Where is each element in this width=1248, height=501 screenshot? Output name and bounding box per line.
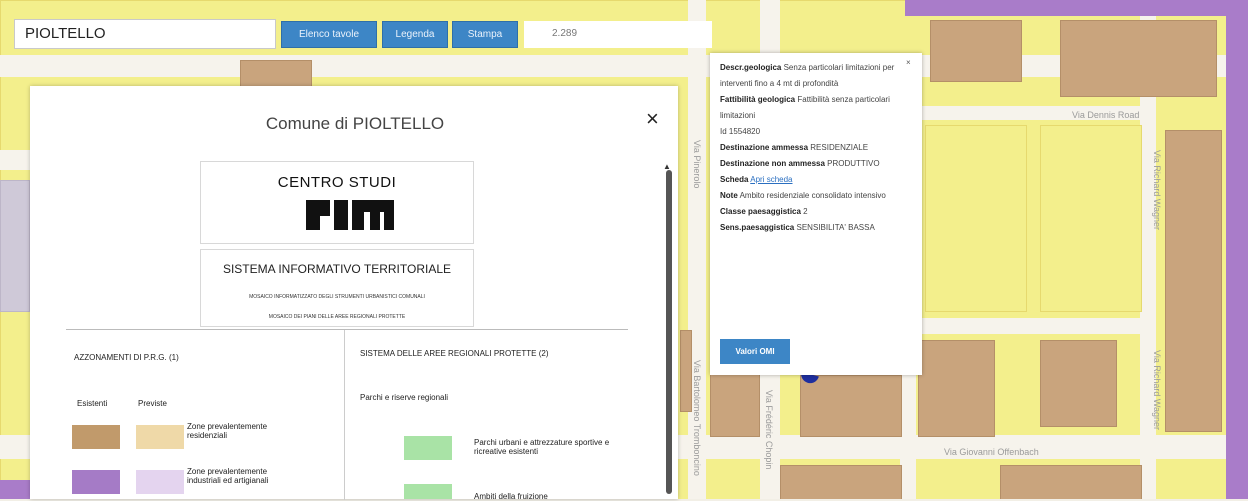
legend-title: Comune di PIOLTELLO [265, 114, 445, 133]
map-building [240, 60, 312, 87]
sit-box: SISTEMA INFORMATIVO TERRITORIALE MOSAICO… [200, 249, 474, 327]
search-input[interactable]: PIOLTELLO [14, 19, 276, 49]
stampa-button[interactable]: Stampa [452, 21, 518, 48]
legend-item-label: Zone prevalentemente industriali ed arti… [187, 467, 269, 485]
swatch-ind-planned [136, 470, 184, 494]
planned-label: Previste [138, 399, 167, 408]
sit-title: SISTEMA INFORMATIVO TERRITORIALE [222, 262, 452, 276]
map-building [1040, 340, 1117, 427]
map-road [916, 318, 1146, 334]
apri-scheda-link[interactable]: Apri scheda [750, 175, 792, 184]
field-key: Fattibilità geologica [720, 95, 796, 104]
legend-item-label: Parchi urbani e attrezzature sportive e … [474, 438, 610, 456]
sit-subtitle: MOSAICO INFORMATIZZATO DEGLI STRUMENTI U… [249, 294, 425, 300]
map-building [930, 20, 1022, 82]
map-zone-industrial [0, 480, 30, 499]
swatch-res-existing [72, 425, 120, 449]
field-value: 2 [803, 207, 808, 216]
divider [66, 329, 628, 330]
map-building [1165, 130, 1222, 432]
road-label: Via Pinerolo [692, 140, 702, 189]
legend-item-label: Ambiti della fruizione [474, 492, 548, 501]
divider [344, 330, 345, 500]
field-key: Classe paesaggistica [720, 207, 801, 216]
parks-label: Parchi e riserve regionali [360, 393, 449, 402]
road-label: Via Frédéric Chopin [764, 390, 774, 470]
legend-right-heading: SISTEMA DELLE AREE REGIONALI PROTETTE (2… [360, 349, 549, 358]
field-key: Sens.paesaggistica [720, 223, 795, 232]
road-label: Via Giovanni Offenbach [944, 447, 1039, 457]
legend-item-label: Zone prevalentemente residenziali [187, 422, 268, 440]
field-key: Note [720, 191, 738, 200]
field-value: Ambito residenziale consolidato intensiv… [739, 191, 886, 200]
info-popup: × Descr.geologica Senza particolari limi… [710, 53, 922, 375]
elenco-tavole-button[interactable]: Elenco tavole [281, 21, 377, 48]
existing-label: Esistenti [77, 399, 108, 408]
road-label: Via Richard Wagner [1152, 150, 1162, 231]
legend-panel: Comune di PIOLTELLO × CENTRO STUDI SISTE… [30, 86, 678, 501]
field-key: Destinazione non ammessa [720, 159, 825, 168]
map-building [918, 340, 995, 437]
map-building [780, 465, 902, 499]
swatch-res-planned [136, 425, 184, 449]
sit-subtitle: MOSAICO DEI PIANI DELLE AREE REGIONALI P… [268, 314, 406, 320]
map-zone-residential [1040, 125, 1142, 312]
field-key: Descr.geologica [720, 63, 782, 72]
field-value: Id 1554820 [720, 127, 761, 136]
pim-logo-icon [306, 200, 394, 230]
legend-left-heading: AZZONAMENTI DI P.R.G. (1) [74, 353, 179, 362]
field-key: Scheda [720, 175, 749, 184]
field-value: SENSIBILITA' BASSA [796, 223, 875, 232]
map-zone-residential [925, 125, 1027, 312]
logo-box: CENTRO STUDI [200, 161, 474, 244]
map-building [680, 330, 692, 412]
field-value: RESIDENZIALE [810, 143, 869, 152]
scale-field[interactable]: 2.289 [524, 21, 712, 48]
logo-text: CENTRO STUDI [277, 174, 397, 191]
map-building [800, 375, 902, 437]
map-building [1000, 465, 1142, 499]
map-zone-other [0, 180, 30, 312]
swatch-park [404, 484, 452, 499]
swatch-ind-existing [72, 470, 120, 494]
road-label: Via Richard Wagner [1152, 350, 1162, 431]
field-value: PRODUTTIVO [827, 159, 880, 168]
map-building [1060, 20, 1217, 97]
map-zone-industrial [1226, 0, 1248, 499]
popup-body: Descr.geologica Senza particolari limita… [720, 60, 912, 236]
scrollbar[interactable] [666, 170, 672, 494]
road-label: Via Bartolomeo Tromboncino [692, 360, 702, 476]
close-icon[interactable]: × [646, 106, 659, 132]
field-key: Destinazione ammessa [720, 143, 809, 152]
map-road [0, 150, 30, 170]
map-zone-industrial [905, 0, 1235, 16]
legenda-button[interactable]: Legenda [382, 21, 448, 48]
swatch-park [404, 436, 452, 460]
valori-omi-button[interactable]: Valori OMI [720, 339, 790, 364]
road-label: Via Dennis Road [1072, 110, 1140, 120]
